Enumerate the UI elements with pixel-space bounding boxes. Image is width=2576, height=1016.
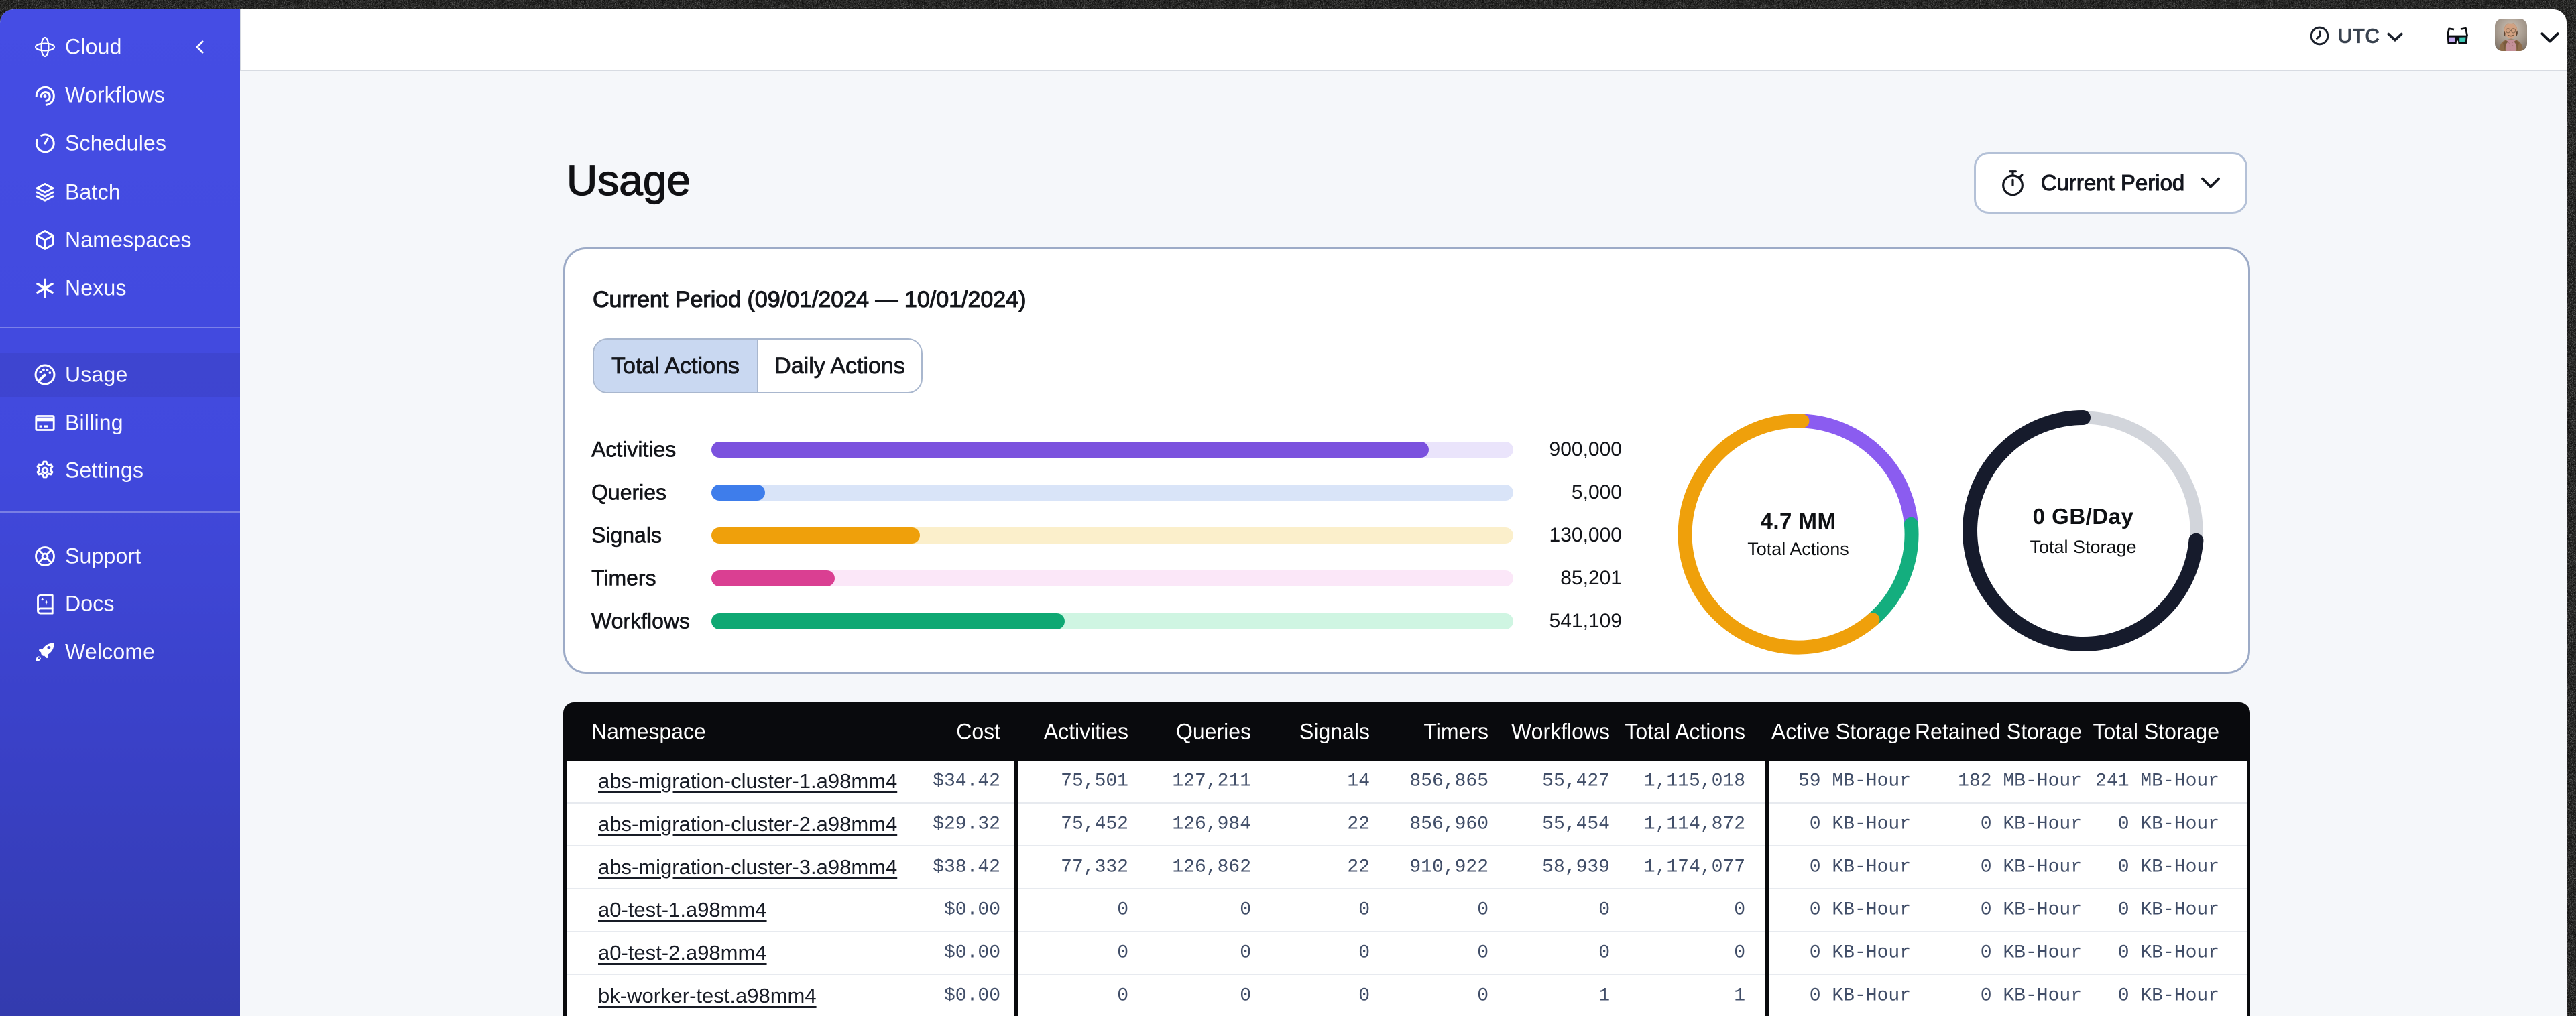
svg-text:4.7 MM: 4.7 MM xyxy=(1760,509,1836,533)
svg-text:Total Actions: Total Actions xyxy=(1747,539,1849,559)
svg-text:Total Storage: Total Storage xyxy=(2030,537,2136,557)
svg-text:0 GB/Day: 0 GB/Day xyxy=(2033,504,2134,529)
